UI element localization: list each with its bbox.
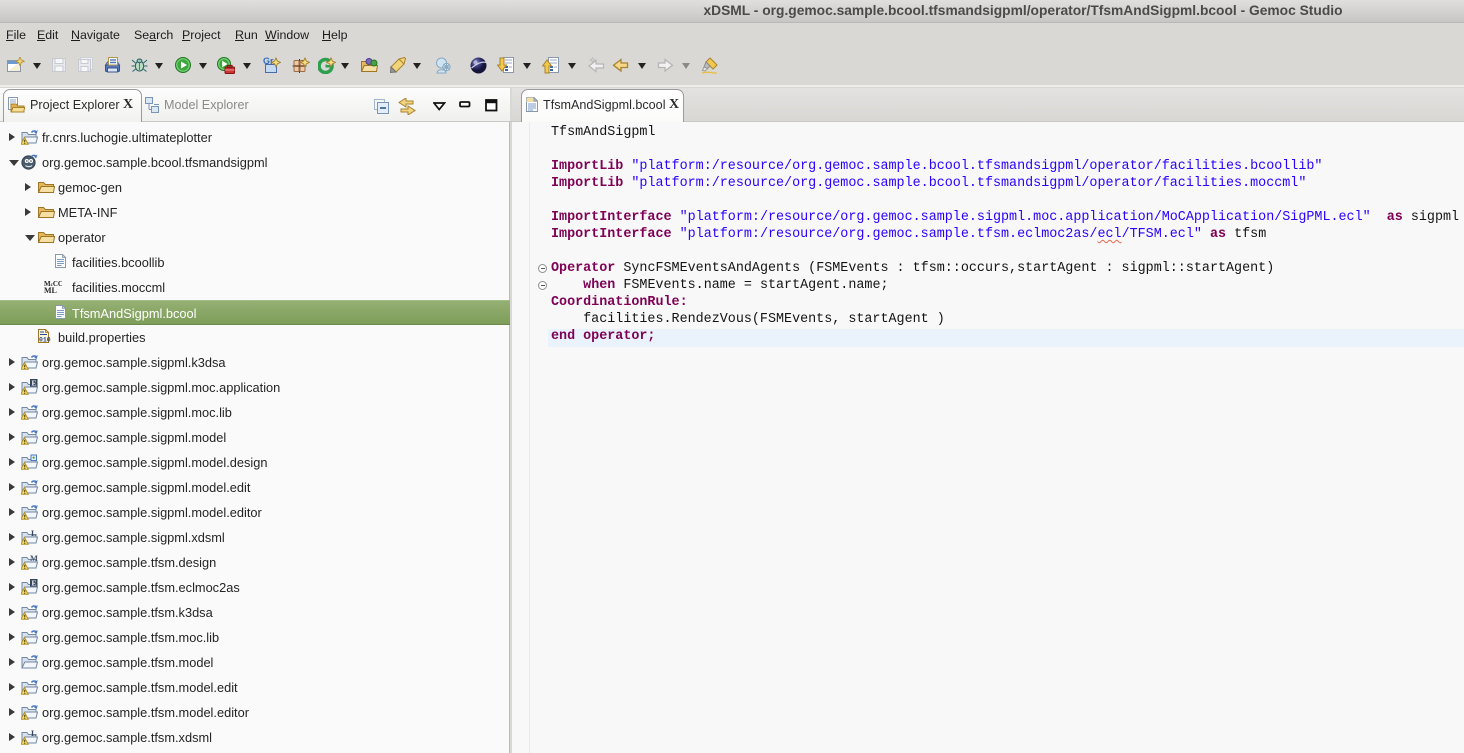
svg-text:Gr: Gr xyxy=(263,57,274,66)
